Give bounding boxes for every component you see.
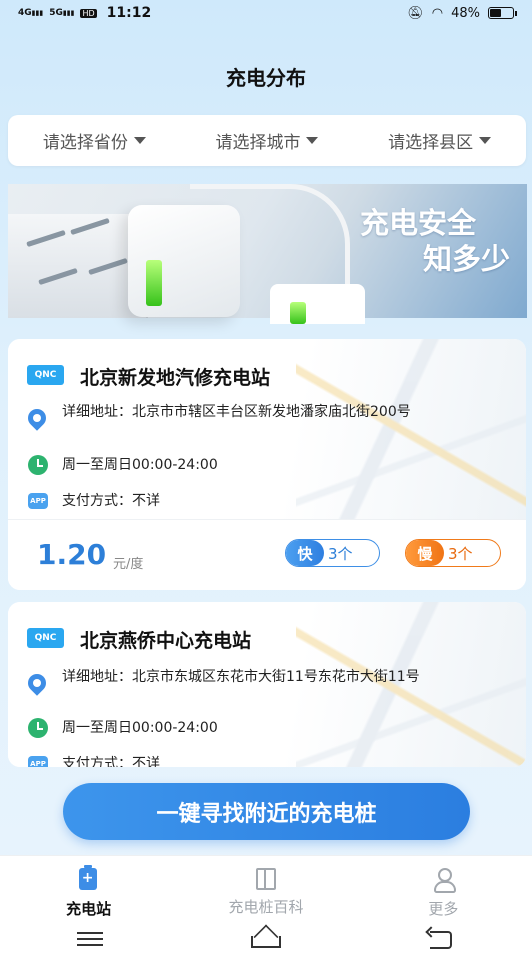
station-payment: 支付方式：不详 bbox=[62, 756, 160, 767]
station-hours: 周一至周日00:00-24:00 bbox=[62, 720, 218, 736]
banner-line-1: 充电安全 bbox=[359, 206, 476, 240]
tab-label: 更多 bbox=[428, 900, 459, 918]
network-2-label: 5G bbox=[49, 7, 63, 18]
caret-down-icon bbox=[306, 137, 319, 144]
station-hours: 周一至周日00:00-24:00 bbox=[62, 457, 218, 473]
menu-icon[interactable] bbox=[70, 927, 110, 949]
tab-more[interactable]: 更多 bbox=[355, 856, 532, 919]
qnc-badge: QNC bbox=[27, 365, 64, 385]
county-select[interactable]: 请选择县区 bbox=[388, 128, 492, 153]
wifi-icon: ◠ bbox=[431, 5, 444, 21]
city-select[interactable]: 请选择城市 bbox=[215, 128, 319, 153]
charging-station-icon bbox=[78, 865, 97, 890]
network-1-label: 4G bbox=[18, 7, 32, 18]
station-address: 详细地址：北京市市辖区丰台区新发地潘家庙北街200号 bbox=[62, 404, 411, 420]
fast-count: 3个 bbox=[328, 544, 353, 563]
page-title: 充电分布 bbox=[226, 66, 306, 90]
price-row: 1.20 元/度 快 3个 慢 3个 bbox=[8, 519, 526, 590]
app-icon: APP bbox=[28, 756, 48, 767]
county-label: 请选择县区 bbox=[388, 133, 474, 153]
slow-count: 3个 bbox=[448, 544, 473, 563]
book-icon bbox=[255, 868, 276, 890]
hd-badge: HD bbox=[80, 8, 97, 18]
qnc-badge: QNC bbox=[27, 628, 64, 648]
province-label: 请选择省份 bbox=[42, 133, 128, 153]
station-name: 北京燕侨中心充电站 bbox=[80, 630, 252, 652]
tab-label: 充电桩百科 bbox=[228, 898, 304, 916]
bottom-tab-bar: 充电站 充电桩百科 更多 bbox=[0, 855, 532, 919]
station-card[interactable]: QNC 北京燕侨中心充电站 详细地址：北京市东城区东花市大街11号东花市大街11… bbox=[8, 602, 526, 767]
tab-charger-encyclopedia[interactable]: 充电桩百科 bbox=[177, 856, 354, 919]
slow-charger-count: 慢 3个 bbox=[405, 539, 501, 567]
signal-icon-2: 5G▮▮▮ bbox=[49, 7, 75, 18]
station-card[interactable]: QNC 北京新发地汽修充电站 详细地址：北京市市辖区丰台区新发地潘家庙北街200… bbox=[8, 339, 526, 590]
station-address: 详细地址：北京市东城区东花市大街11号东花市大街11号 bbox=[62, 669, 420, 685]
city-label: 请选择城市 bbox=[215, 133, 301, 153]
battery-percent: 48% bbox=[451, 5, 480, 21]
charger-graphic bbox=[128, 205, 240, 317]
clock-icon bbox=[28, 455, 48, 475]
status-time: 11:12 bbox=[106, 5, 152, 21]
fast-charger-count: 快 3个 bbox=[285, 539, 380, 567]
clock-icon bbox=[28, 718, 48, 738]
status-bar: 4G▮▮▮ 5G▮▮▮ HD 11:12 🔕︎ ◠ 48% bbox=[0, 0, 532, 26]
battery-icon bbox=[488, 7, 517, 19]
caret-down-icon bbox=[479, 137, 492, 144]
slow-label: 慢 bbox=[406, 540, 444, 566]
tab-charging-station[interactable]: 充电站 bbox=[0, 856, 177, 919]
station-name: 北京新发地汽修充电站 bbox=[80, 367, 271, 389]
caret-down-icon bbox=[133, 137, 146, 144]
price-value: 1.20 bbox=[37, 538, 107, 571]
signal-icon: 4G▮▮▮ bbox=[18, 7, 44, 18]
back-icon[interactable] bbox=[422, 927, 462, 949]
location-pin-icon bbox=[24, 405, 50, 431]
region-filter: 请选择省份 请选择城市 请选择县区 bbox=[8, 115, 526, 166]
banner-headline: 充电安全 知多少 bbox=[360, 205, 510, 277]
wall-socket-graphic bbox=[8, 214, 148, 318]
station-payment: 支付方式：不详 bbox=[62, 493, 160, 509]
charger-graphic-2 bbox=[270, 284, 365, 324]
fast-label: 快 bbox=[286, 540, 324, 566]
app-icon: APP bbox=[28, 493, 48, 509]
find-nearby-chargers-button[interactable]: 一键寻找附近的充电桩 bbox=[63, 783, 470, 840]
tab-label: 充电站 bbox=[66, 900, 112, 918]
home-icon[interactable] bbox=[250, 936, 281, 948]
province-select[interactable]: 请选择省份 bbox=[43, 128, 146, 153]
banner-line-2: 知多少 bbox=[422, 242, 510, 276]
location-pin-icon bbox=[24, 670, 50, 696]
user-icon bbox=[433, 868, 457, 893]
system-nav-bar bbox=[0, 919, 532, 957]
price-unit: 元/度 bbox=[113, 557, 144, 572]
mute-icon: 🔕︎ bbox=[407, 5, 424, 21]
